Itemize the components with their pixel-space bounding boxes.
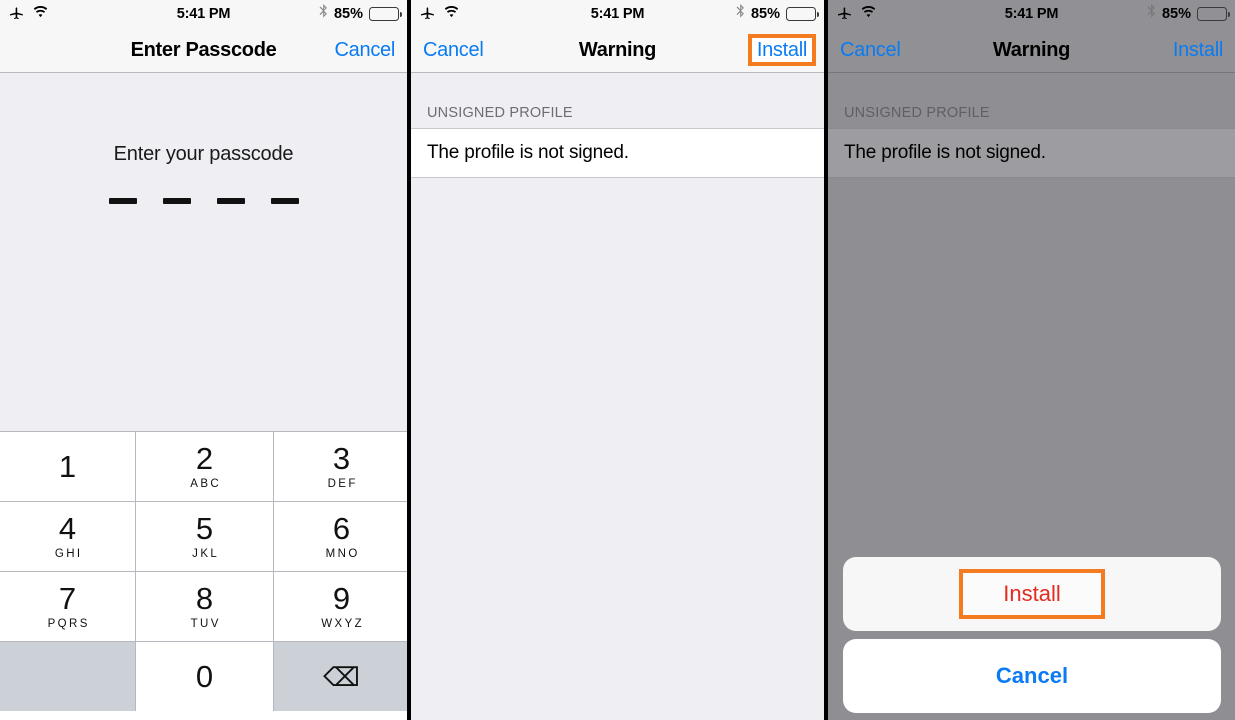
key-delete[interactable]: ⌫ — [274, 642, 407, 711]
status-bar: 5:41 PM 85% — [828, 0, 1235, 28]
key-letters: GHI — [54, 548, 83, 560]
passcode-slot — [270, 198, 299, 204]
passcode-slots — [0, 198, 407, 204]
phone-screen-passcode: 5:41 PM 85% Enter Passcode Cancel Enter … — [0, 0, 407, 720]
battery-percent-label: 85% — [333, 6, 363, 22]
key-5[interactable]: 5 JKL — [136, 502, 273, 571]
key-4[interactable]: 4 GHI — [0, 502, 135, 571]
key-1[interactable]: 1 — [0, 432, 135, 501]
key-number: 5 — [195, 511, 214, 546]
install-button[interactable]: Install — [747, 34, 816, 66]
key-number: 1 — [58, 449, 77, 484]
status-bar: 5:41 PM 85% — [411, 0, 824, 28]
cancel-button[interactable]: Cancel — [335, 39, 396, 62]
phone-screen-warning: 5:41 PM 85% Cancel Warning Install UNSIG… — [411, 0, 824, 720]
screenshot-root: 5:41 PM 85% Enter Passcode Cancel Enter … — [0, 0, 1235, 720]
key-blank-left — [0, 642, 135, 711]
bluetooth-icon — [735, 4, 745, 24]
key-3[interactable]: 3 DEF — [274, 432, 407, 501]
key-0[interactable]: 0 — [136, 642, 273, 711]
action-sheet-install-row[interactable]: Install — [843, 557, 1221, 631]
status-bar-right: 85% — [318, 4, 402, 24]
action-sheet-install-button[interactable]: Install — [959, 569, 1105, 619]
passcode-entry-area: Enter your passcode — [0, 73, 407, 431]
key-number: 9 — [332, 581, 351, 616]
key-number: 8 — [195, 581, 214, 616]
section-header-unsigned-profile: UNSIGNED PROFILE — [844, 105, 990, 121]
key-9[interactable]: 9 WXYZ — [274, 572, 407, 641]
battery-percent-label: 85% — [1161, 6, 1191, 22]
key-number: 0 — [195, 659, 214, 694]
battery-icon — [786, 7, 819, 21]
passcode-slot — [216, 198, 245, 204]
key-letters: TUV — [190, 618, 221, 630]
nav-bar-warning: Cancel Warning Install — [411, 28, 824, 73]
key-number: 4 — [58, 511, 77, 546]
key-6[interactable]: 6 MNO — [274, 502, 407, 571]
profile-status-cell: The profile is not signed. — [411, 128, 824, 178]
profile-content: UNSIGNED PROFILE The profile is not sign… — [411, 73, 824, 720]
bluetooth-icon — [318, 4, 328, 24]
key-letters: DEF — [327, 478, 358, 490]
status-bar: 5:41 PM 85% — [0, 0, 407, 28]
bluetooth-icon — [1146, 4, 1156, 24]
key-number: 3 — [332, 441, 351, 476]
nav-bar-passcode: Enter Passcode Cancel — [0, 28, 407, 73]
key-2[interactable]: 2 ABC — [136, 432, 273, 501]
key-letters: PQRS — [47, 618, 90, 630]
passcode-slot — [162, 198, 191, 204]
key-8[interactable]: 8 TUV — [136, 572, 273, 641]
profile-status-cell: The profile is not signed. — [828, 128, 1235, 178]
key-number: 6 — [332, 511, 351, 546]
install-button[interactable]: Install — [1173, 39, 1223, 62]
battery-icon — [369, 7, 402, 21]
nav-bar-warning: Cancel Warning Install — [828, 28, 1235, 73]
battery-percent-label: 85% — [750, 6, 780, 22]
passcode-slot — [108, 198, 137, 204]
backspace-icon: ⌫ — [323, 661, 360, 692]
status-bar-right: 85% — [735, 4, 819, 24]
section-header-unsigned-profile: UNSIGNED PROFILE — [427, 105, 573, 121]
key-number: 2 — [195, 441, 214, 476]
passcode-prompt: Enter your passcode — [113, 143, 294, 165]
key-letters: JKL — [192, 548, 220, 560]
key-letters: MNO — [325, 548, 360, 560]
battery-icon — [1197, 7, 1230, 21]
key-letters: WXYZ — [321, 618, 365, 630]
numeric-keypad: 1 2 ABC 3 DEF 4 GHI 5 JKL 6 MNO 7 PQRS 8… — [0, 431, 407, 711]
phone-screen-action-sheet: 5:41 PM 85% Cancel Warning Install UNSIG… — [828, 0, 1235, 720]
action-sheet-cancel-button[interactable]: Cancel — [843, 639, 1221, 713]
action-sheet: Install Cancel — [843, 557, 1221, 713]
status-bar-right: 85% — [1146, 4, 1230, 24]
action-sheet-actions: Install — [843, 557, 1221, 631]
key-number: 7 — [58, 581, 77, 616]
key-letters: ABC — [190, 478, 222, 490]
action-sheet-cancel-group: Cancel — [843, 639, 1221, 713]
key-7[interactable]: 7 PQRS — [0, 572, 135, 641]
